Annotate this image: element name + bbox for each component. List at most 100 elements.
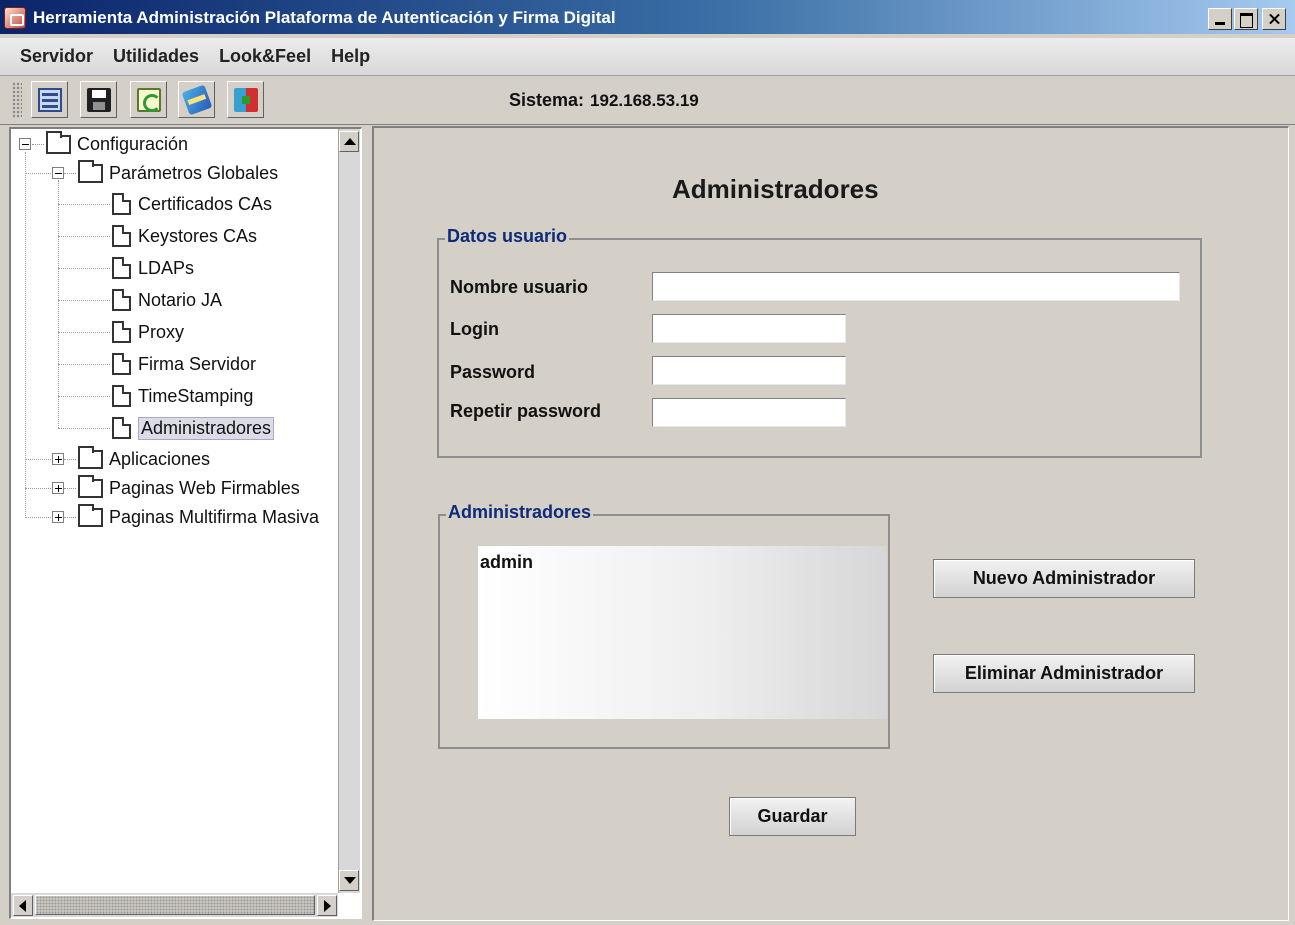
tree-node-label: Parámetros Globales	[109, 162, 279, 183]
tree-node-timestamping[interactable]: TimeStamping	[112, 382, 253, 410]
guardar-button[interactable]: Guardar	[729, 797, 856, 836]
tree-line	[64, 517, 76, 518]
minimize-icon[interactable]	[1208, 8, 1232, 30]
tree-node-label: LDAPs	[138, 257, 195, 278]
repetir-password-field[interactable]	[652, 398, 846, 427]
title-bar: Herramienta Administración Plataforma de…	[0, 0, 1295, 36]
sistema-label: Sistema:	[509, 90, 585, 110]
document-icon	[112, 385, 131, 407]
document-icon	[112, 289, 131, 311]
tree-node-proxy[interactable]: Proxy	[112, 318, 184, 346]
tree-node-certificados-cas[interactable]: Certificados CAs	[112, 190, 272, 218]
expand-icon[interactable]	[52, 511, 64, 523]
menu-help[interactable]: Help	[331, 46, 370, 67]
window-title: Herramienta Administración Plataforma de…	[33, 8, 616, 27]
menu-bar: Servidor Utilidades Look&Feel Help	[0, 38, 1295, 76]
collapse-icon[interactable]	[52, 167, 64, 179]
eliminar-administrador-button[interactable]: Eliminar Administrador	[933, 654, 1195, 693]
sistema-info: Sistema: 192.168.53.19	[509, 90, 699, 111]
exit-icon	[233, 87, 258, 112]
tree-line	[58, 364, 110, 365]
list-item[interactable]: admin	[480, 552, 533, 573]
document-icon	[112, 225, 131, 247]
close-icon[interactable]	[1262, 8, 1286, 30]
password-field[interactable]	[652, 356, 846, 385]
tree-line	[64, 488, 76, 489]
tree-node-aplicaciones[interactable]: Aplicaciones	[78, 445, 210, 473]
tree-line	[58, 300, 110, 301]
save-icon	[86, 87, 111, 112]
sistema-ip: 192.168.53.19	[590, 91, 699, 110]
book-button[interactable]	[178, 81, 215, 118]
tree-line	[64, 173, 76, 174]
scroll-up-icon[interactable]	[339, 131, 359, 152]
tree-line	[58, 428, 110, 429]
tree-horizontal-scrollbar[interactable]	[11, 893, 338, 917]
tree-line	[58, 180, 59, 428]
scroll-right-icon[interactable]	[317, 895, 337, 916]
save-button[interactable]	[80, 81, 117, 118]
toolbar-grip[interactable]	[12, 82, 22, 118]
tree-node-keystores-cas[interactable]: Keystores CAs	[112, 222, 257, 250]
nombre-usuario-field[interactable]	[652, 272, 1180, 301]
split-pane-divider[interactable]	[362, 126, 371, 922]
tree-node-label: Notario JA	[138, 289, 223, 310]
scroll-down-icon[interactable]	[339, 870, 359, 891]
document-icon	[112, 257, 131, 279]
document-icon	[112, 353, 131, 375]
folder-icon	[46, 130, 71, 154]
folder-icon	[78, 445, 103, 469]
tree-node-label: Certificados CAs	[138, 193, 273, 214]
collapse-icon[interactable]	[19, 138, 31, 150]
tree-node-firma-servidor[interactable]: Firma Servidor	[112, 350, 256, 378]
tree-node-administradores[interactable]: Administradores	[112, 414, 275, 442]
nombre-usuario-label: Nombre usuario	[450, 277, 589, 297]
document-icon	[112, 321, 131, 343]
refresh-button[interactable]	[130, 81, 167, 118]
scroll-left-icon[interactable]	[13, 895, 33, 916]
folder-icon	[78, 159, 103, 183]
window-controls	[1206, 8, 1286, 30]
administradores-list[interactable]: admin	[478, 546, 887, 719]
tree-node-paginas-web-firmables[interactable]: Paginas Web Firmables	[78, 474, 300, 502]
expand-icon[interactable]	[52, 482, 64, 494]
tree-node-paginas-multifirma[interactable]: Paginas Multifirma Masiva	[78, 503, 338, 531]
maximize-icon[interactable]	[1234, 8, 1258, 30]
tree-node-label: Firma Servidor	[138, 353, 257, 374]
nuevo-administrador-button[interactable]: Nuevo Administrador	[933, 559, 1195, 598]
login-field[interactable]	[652, 314, 846, 343]
exit-button[interactable]	[227, 81, 264, 118]
password-label: Password	[450, 362, 536, 382]
menu-utilidades[interactable]: Utilidades	[113, 46, 199, 67]
login-label: Login	[450, 319, 499, 339]
tree-line	[58, 396, 110, 397]
folder-icon	[78, 503, 103, 527]
tree-line	[64, 459, 76, 460]
tree-node-label: Configuración	[77, 133, 189, 154]
tree-node-label: Paginas Multifirma Masiva	[109, 506, 320, 527]
expand-icon[interactable]	[52, 453, 64, 465]
tree-node-label: Aplicaciones	[109, 448, 211, 469]
tree-node-parametros-globales[interactable]: Parámetros Globales	[78, 159, 278, 187]
scroll-thumb[interactable]	[35, 895, 315, 915]
tree-node-notario-ja[interactable]: Notario JA	[112, 286, 222, 314]
tree-node-configuracion[interactable]: Configuración	[46, 130, 188, 158]
tree-node-label: Paginas Web Firmables	[109, 477, 300, 498]
document-icon	[112, 417, 131, 439]
server-button[interactable]	[31, 81, 68, 118]
tree-line	[25, 459, 51, 460]
tree-node-ldaps[interactable]: LDAPs	[112, 254, 194, 282]
tree-vertical-scrollbar[interactable]	[338, 129, 360, 893]
tree-line	[25, 517, 51, 518]
administradores-legend: Administradores	[446, 502, 594, 523]
tree-line	[32, 144, 44, 145]
tree-line	[58, 236, 110, 237]
app-icon	[4, 7, 26, 29]
menu-servidor[interactable]: Servidor	[20, 46, 93, 67]
menu-lookandfeel[interactable]: Look&Feel	[219, 46, 311, 67]
tree-node-label: Administradores	[138, 416, 275, 440]
tree-line	[25, 488, 51, 489]
datos-usuario-legend: Datos usuario	[445, 226, 570, 247]
tree-node-label: Proxy	[138, 321, 185, 342]
tree-line	[58, 268, 110, 269]
